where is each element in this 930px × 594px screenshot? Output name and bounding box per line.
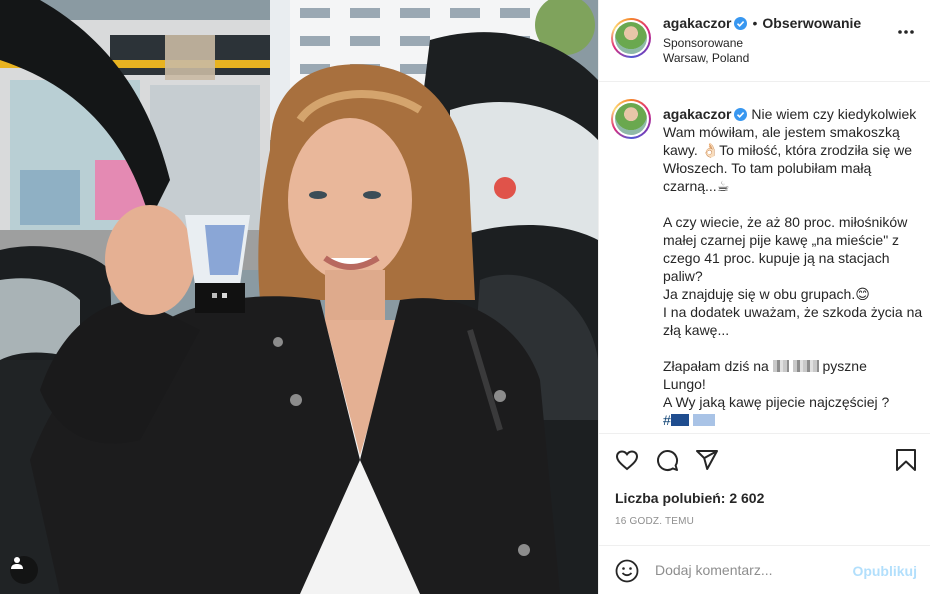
caption-line: kawy. 👌🏻To miłość, która zrodziła się we [663, 142, 913, 158]
bookmark-icon[interactable] [895, 448, 917, 472]
redacted-mention [772, 360, 789, 372]
separator-dot: • [752, 15, 758, 31]
caption-line: Złapałam dziś na [663, 358, 769, 374]
post-timestamp[interactable]: 16 GODZ. TEMU [615, 516, 694, 527]
redacted-mention [792, 360, 819, 372]
hashtag-link[interactable]: # [663, 412, 671, 428]
caption-section: agakaczor Nie wiem czy kiedykolwiek Wam … [599, 83, 930, 433]
instagram-post: agakaczor • Obserwowanie Sponsorowane Wars… [0, 0, 930, 594]
share-icon[interactable] [695, 448, 719, 472]
caption-avatar[interactable] [611, 99, 651, 139]
header-title-row: agakaczor • Obserwowanie [663, 15, 861, 31]
caption-line: I na dodatek uważam, że szkoda życia na [663, 304, 923, 320]
caption-line: A czy wiecie, że aż 80 proc. miłośników [663, 214, 908, 230]
location-link[interactable]: Warsaw, Poland [663, 51, 749, 65]
redacted-hashtag[interactable] [670, 414, 689, 426]
caption-line: pyszne [822, 358, 867, 374]
caption-line: Lungo! [663, 376, 706, 392]
comment-input[interactable] [655, 558, 845, 582]
author-avatar[interactable] [611, 18, 651, 58]
more-options-icon[interactable] [898, 30, 914, 34]
post-photo[interactable] [0, 0, 598, 594]
author-username[interactable]: agakaczor [663, 15, 731, 31]
heart-icon[interactable] [615, 448, 639, 472]
caption-text: agakaczor Nie wiem czy kiedykolwiek Wam … [663, 105, 925, 433]
caption-username[interactable]: agakaczor [663, 106, 731, 122]
follow-button[interactable]: Obserwowanie [762, 15, 861, 31]
verified-badge-icon [734, 17, 748, 30]
caption-line: Ja znajduję się w obu grupach.😊 [663, 286, 870, 302]
caption-line: złą kawę... [663, 322, 730, 338]
user-tag-icon [11, 557, 23, 569]
caption-line: Włoszech. To tam polubiłam małą [663, 160, 872, 176]
comment-bar: Opublikuj [599, 545, 930, 594]
caption-line: czego 41 proc. kupuje ją na stacjach [663, 250, 890, 266]
caption-line: Wam mówiłam, ale jestem smakoszką [663, 124, 900, 140]
caption-line: Nie wiem czy kiedykolwiek [751, 106, 917, 122]
sponsored-label[interactable]: Sponsorowane [663, 36, 743, 50]
likes-count[interactable]: Liczba polubień: 2 602 [615, 490, 764, 506]
publish-button[interactable]: Opublikuj [852, 563, 917, 579]
comment-icon[interactable] [655, 448, 679, 472]
emoji-icon[interactable] [615, 559, 639, 583]
post-actions: Liczba polubień: 2 602 16 GODZ. TEMU [599, 433, 930, 545]
verified-badge-icon [734, 108, 748, 121]
post-header: agakaczor • Obserwowanie Sponsorowane Wars… [599, 0, 930, 82]
caption-paragraph-1: agakaczor Nie wiem czy kiedykolwiek Wam … [663, 105, 925, 195]
caption-line: czarną...☕ [663, 178, 730, 194]
caption-line: małej czarnej pije kawę „na mieście" z [663, 232, 900, 248]
caption-line: paliw? [663, 268, 703, 284]
post-side-panel: agakaczor • Obserwowanie Sponsorowane Wars… [598, 0, 930, 594]
caption-line: A Wy jaką kawę pijecie najczęściej ? [663, 394, 890, 410]
redacted-hashtag[interactable] [692, 414, 715, 426]
caption-paragraph-3: Złapałam dziś na pyszne Lungo! A Wy jaką… [663, 357, 925, 429]
photo-illustration [0, 0, 598, 594]
caption-paragraph-2: A czy wiecie, że aż 80 proc. miłośników … [663, 213, 925, 339]
user-tag-button[interactable] [10, 556, 38, 584]
